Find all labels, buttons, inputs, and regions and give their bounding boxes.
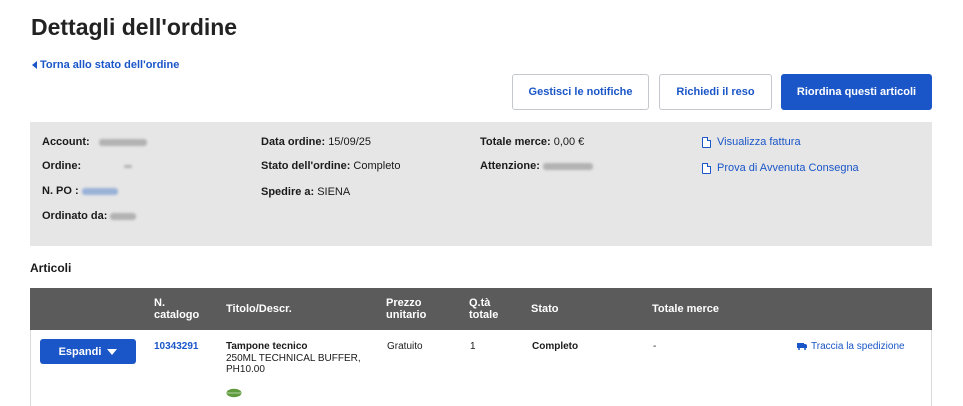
items-table-header: N. catalogo Titolo/Descr. Prezzo unitari… — [30, 288, 932, 330]
order-date-value: 15/09/25 — [328, 136, 372, 148]
order-status-field: Stato dell'ordine: Completo — [261, 160, 400, 172]
view-invoice-label: Visualizza fattura — [717, 136, 801, 148]
proof-of-delivery-label: Prova di Avvenuta Consegna — [717, 162, 859, 174]
redacted-value — [110, 212, 137, 220]
track-shipment-label: Traccia la spedizione — [811, 341, 905, 352]
total-label: Totale merce: — [480, 136, 551, 148]
column-header-catalog: N. catalogo — [154, 297, 200, 321]
track-shipment-link[interactable]: Traccia la spedizione — [797, 341, 905, 352]
item-description-line1: 250ML TECHNICAL BUFFER, — [226, 353, 361, 364]
po-label: N. PO : — [42, 185, 79, 197]
order-date-field: Data ordine: 15/09/25 — [261, 136, 371, 148]
item-description-line2: PH10.00 — [226, 364, 265, 375]
back-link-label: Torna allo stato dell'ordine — [40, 59, 180, 71]
request-return-button[interactable]: Richiedi il reso — [659, 74, 772, 110]
caret-left-icon — [32, 61, 37, 69]
reorder-items-button[interactable]: Riordina questi articoli — [781, 74, 932, 110]
truck-icon — [797, 343, 808, 350]
ship-to-label: Spedire a: — [261, 186, 315, 198]
document-icon — [702, 162, 711, 174]
ship-to-value: SIENA — [317, 186, 351, 198]
order-status-label: Stato dell'ordine: — [261, 160, 351, 172]
account-field: Account: — [42, 136, 147, 148]
order-field: Ordine: — [42, 160, 133, 172]
leaf-icon — [226, 388, 242, 398]
column-header-unit-price: Prezzo unitario — [386, 297, 427, 321]
proof-of-delivery-link[interactable]: Prova di Avvenuta Consegna — [702, 162, 859, 174]
expand-label: Espandi — [58, 345, 102, 358]
column-header-title: Titolo/Descr. — [226, 303, 292, 315]
status-value: Completo — [532, 341, 579, 352]
table-row: Espandi 10343291 Tampone tecnico 250ML T… — [30, 330, 932, 406]
manage-notifications-button[interactable]: Gestisci le notifiche — [512, 74, 649, 110]
po-field: N. PO : — [42, 185, 118, 197]
order-date-label: Data ordine: — [261, 136, 326, 148]
back-to-order-status-link[interactable]: Torna allo stato dell'ordine — [32, 59, 179, 71]
column-header-status: Stato — [531, 303, 559, 315]
column-header-total: Totale merce — [652, 303, 720, 315]
attention-label: Attenzione: — [480, 160, 540, 172]
ship-to-field: Spedire a: SIENA — [261, 186, 350, 198]
redacted-value — [81, 187, 118, 195]
redacted-value — [124, 164, 133, 168]
order-status-value: Completo — [353, 160, 401, 172]
redacted-value — [98, 138, 147, 146]
attention-field: Attenzione: — [480, 160, 593, 172]
account-label: Account: — [42, 136, 90, 148]
ordered-by-label: Ordinato da: — [42, 210, 108, 222]
items-section-title: Articoli — [30, 261, 72, 275]
unit-price-value: Gratuito — [387, 341, 423, 352]
document-icon — [702, 136, 711, 148]
total-value: - — [653, 341, 657, 352]
item-title: Tampone tecnico — [226, 341, 308, 352]
total-value: 0,00 € — [553, 136, 585, 148]
order-info-panel: Account: Ordine: N. PO : Ordinato da: Da… — [30, 122, 932, 246]
column-header-qty: Q.tà totale — [469, 297, 499, 321]
ordered-by-field: Ordinato da: — [42, 210, 137, 222]
order-label: Ordine: — [42, 160, 82, 172]
qty-value: 1 — [470, 341, 476, 352]
chevron-down-icon — [107, 348, 118, 355]
expand-button[interactable]: Espandi — [40, 339, 136, 364]
total-field: Totale merce: 0,00 € — [480, 136, 584, 148]
page-title: Dettagli dell'ordine — [31, 14, 238, 40]
redacted-value — [542, 162, 593, 170]
view-invoice-link[interactable]: Visualizza fattura — [702, 136, 801, 148]
catalog-number-link[interactable]: 10343291 — [154, 341, 199, 352]
